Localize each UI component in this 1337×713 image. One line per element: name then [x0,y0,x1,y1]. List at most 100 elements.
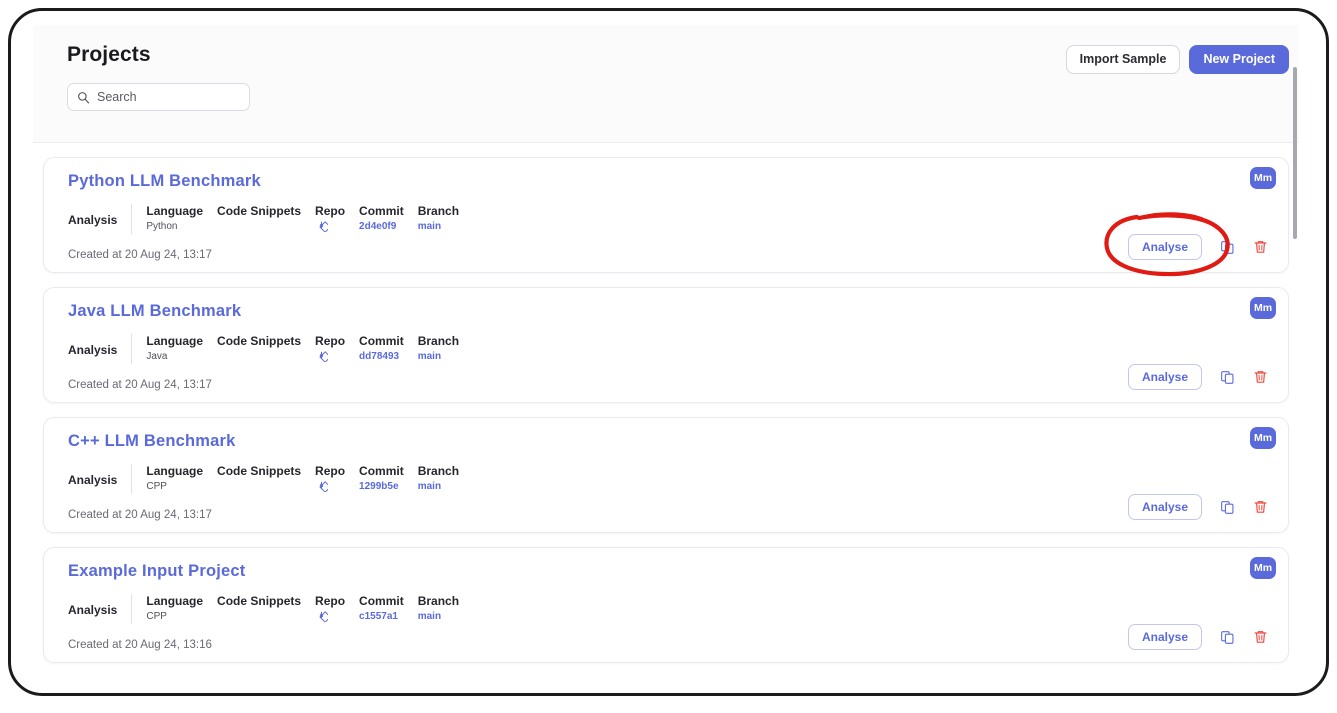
value-commit[interactable]: c1557a1 [359,611,398,622]
project-meta: Analysis Language Python Code Snippets Repo C… [68,204,459,234]
analysis-label: Analysis [68,464,133,494]
column-header-commit: Commit [359,204,404,218]
meta-code-snippets: Code Snippets [203,204,301,221]
value-branch[interactable]: main [418,221,441,232]
value-repo [315,609,332,623]
card-actions: Analyse [1127,494,1268,520]
column-header-code-snippets: Code Snippets [217,334,302,348]
avatar[interactable]: Mm [1250,427,1276,449]
column-header-branch: Branch [417,334,460,348]
column-header-repo: Repo [315,594,346,608]
value-language: Java [146,351,168,362]
value-commit[interactable]: dd78493 [359,351,399,362]
column-header-repo: Repo [315,204,346,218]
scrollbar-track[interactable] [1291,25,1299,679]
meta-repo: Repo [301,334,346,363]
scrollbar-thumb[interactable] [1293,67,1297,239]
import-sample-button[interactable]: Import Sample [1065,45,1181,74]
meta-language: Language Python [132,204,203,232]
analyse-button[interactable]: Analyse [1127,234,1202,260]
git-repo-icon[interactable] [315,609,332,623]
meta-commit: Commit 1299b5e [345,464,404,492]
column-header-language: Language [146,204,204,218]
copy-icon[interactable] [1220,630,1235,645]
copy-icon[interactable] [1220,370,1235,385]
value-repo [315,219,332,233]
project-meta: Analysis Language CPP Code Snippets Repo Comm… [68,594,459,624]
value-repo [315,349,332,363]
project-title[interactable]: C++ LLM Benchmark [68,432,236,451]
search-icon [77,91,90,104]
project-card[interactable]: Python LLM Benchmark Mm Analysis Language Py… [43,157,1289,277]
page-header: Projects Import Sample New Project [33,25,1299,143]
card-actions: Analyse [1127,624,1268,650]
search-box[interactable] [67,83,250,111]
project-meta: Analysis Language CPP Code Snippets Repo Comm… [68,464,459,494]
meta-language: Language CPP [132,594,203,622]
column-header-branch: Branch [417,464,460,478]
search-input[interactable] [97,90,240,104]
meta-commit: Commit c1557a1 [345,594,404,622]
avatar[interactable]: Mm [1250,297,1276,319]
new-project-button[interactable]: New Project [1189,45,1289,74]
project-list: Python LLM Benchmark Mm Analysis Language Py… [33,143,1299,663]
git-repo-icon[interactable] [315,349,332,363]
avatar[interactable]: Mm [1250,167,1276,189]
app-viewport: Projects Import Sample New Project Pytho… [33,25,1299,679]
meta-branch: Branch main [404,594,459,622]
created-at: Created at 20 Aug 24, 13:16 [68,639,212,651]
project-card[interactable]: Example Input Project Mm Analysis Language C… [43,547,1289,663]
project-title[interactable]: Example Input Project [68,562,246,581]
project-title[interactable]: Python LLM Benchmark [68,172,261,191]
meta-branch: Branch main [404,464,459,492]
project-card[interactable]: C++ LLM Benchmark Mm Analysis Language CPP Co… [43,417,1289,533]
column-header-language: Language [146,464,204,478]
copy-icon[interactable] [1220,500,1235,515]
meta-commit: Commit dd78493 [345,334,404,362]
value-commit[interactable]: 2d4e0f9 [359,221,396,232]
trash-icon[interactable] [1253,239,1268,255]
analysis-label: Analysis [68,594,133,624]
meta-code-snippets: Code Snippets [203,334,301,351]
meta-branch: Branch main [404,204,459,232]
value-language: CPP [146,481,167,492]
meta-branch: Branch main [404,334,459,362]
trash-icon[interactable] [1253,629,1268,645]
column-header-repo: Repo [315,334,346,348]
analysis-label: Analysis [68,204,133,234]
value-repo [315,479,332,493]
project-title[interactable]: Java LLM Benchmark [68,302,241,321]
trash-icon[interactable] [1253,369,1268,385]
analysis-label: Analysis [68,334,133,364]
project-card[interactable]: Java LLM Benchmark Mm Analysis Language Java… [43,287,1289,403]
column-header-language: Language [146,594,204,608]
analyse-button[interactable]: Analyse [1127,364,1202,390]
column-header-code-snippets: Code Snippets [217,464,302,478]
analyse-button[interactable]: Analyse [1127,494,1202,520]
value-branch[interactable]: main [418,611,441,622]
column-header-repo: Repo [315,464,346,478]
meta-language: Language Java [132,334,203,362]
git-repo-icon[interactable] [315,219,332,233]
analyse-button[interactable]: Analyse [1127,624,1202,650]
column-header-commit: Commit [359,334,404,348]
column-header-branch: Branch [417,204,460,218]
page-title: Projects [67,43,151,66]
created-at: Created at 20 Aug 24, 13:17 [68,509,212,521]
avatar[interactable]: Mm [1250,557,1276,579]
copy-icon[interactable] [1220,240,1235,255]
value-language: CPP [146,611,167,622]
git-repo-icon[interactable] [315,479,332,493]
meta-commit: Commit 2d4e0f9 [345,204,404,232]
column-header-code-snippets: Code Snippets [217,594,302,608]
value-branch[interactable]: main [418,351,441,362]
value-commit[interactable]: 1299b5e [359,481,398,492]
trash-icon[interactable] [1253,499,1268,515]
meta-language: Language CPP [132,464,203,492]
value-branch[interactable]: main [418,481,441,492]
device-frame: Projects Import Sample New Project Pytho… [8,8,1329,696]
column-header-branch: Branch [417,594,460,608]
project-meta: Analysis Language Java Code Snippets Repo Com… [68,334,459,364]
column-header-language: Language [146,334,204,348]
created-at: Created at 20 Aug 24, 13:17 [68,379,212,391]
